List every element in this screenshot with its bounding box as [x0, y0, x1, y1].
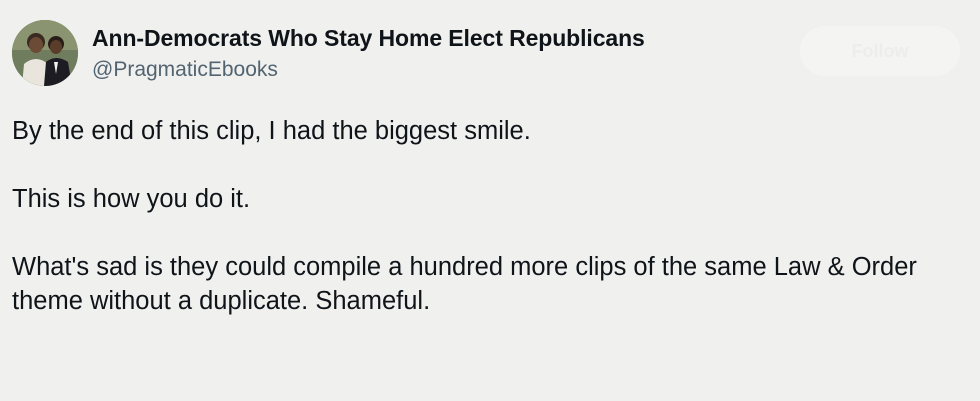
- tweet-paragraph-2: This is how you do it.: [12, 185, 251, 213]
- avatar[interactable]: [12, 20, 78, 86]
- tweet-card: Ann-Democrats Who Stay Home Elect Republ…: [0, 0, 980, 401]
- author-names: Ann-Democrats Who Stay Home Elect Republ…: [92, 23, 645, 84]
- tweet-header: Ann-Democrats Who Stay Home Elect Republ…: [12, 20, 645, 86]
- tweet-paragraph-1: By the end of this clip, I had the bigge…: [12, 117, 531, 145]
- author-display-name[interactable]: Ann-Democrats Who Stay Home Elect Republ…: [92, 23, 645, 53]
- follow-button[interactable]: Follow: [800, 26, 960, 76]
- author-handle[interactable]: @PragmaticEbooks: [92, 56, 645, 84]
- tweet-text: By the end of this clip, I had the bigge…: [12, 114, 957, 352]
- tweet-paragraph-3: What's sad is they could compile a hundr…: [12, 253, 917, 315]
